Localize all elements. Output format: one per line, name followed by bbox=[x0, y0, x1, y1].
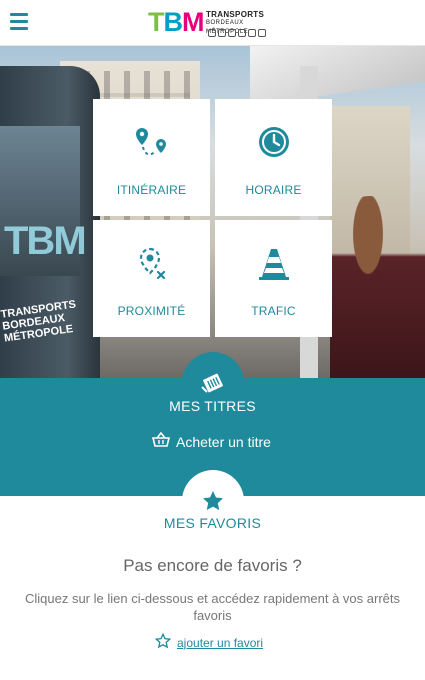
route-pin-icon bbox=[93, 125, 210, 161]
add-favorite-link[interactable]: ajouter un favori bbox=[154, 632, 264, 652]
quick-access-grid: ITINÉRAIRE HORAIRE PROXIMITÉ TRAFIC bbox=[93, 99, 333, 337]
clock-icon bbox=[215, 125, 332, 161]
favoris-section: MES FAVORIS Pas encore de favoris ? Cliq… bbox=[0, 470, 425, 680]
traffic-cone-icon bbox=[215, 246, 332, 282]
favoris-empty-title: Pas encore de favoris ? bbox=[123, 556, 302, 575]
tbm-logo[interactable]: TBM TRANSPORTS BORDEAUX MÉTROPOLE bbox=[148, 7, 283, 39]
tile-horaire[interactable]: HORAIRE bbox=[215, 99, 332, 216]
menu-icon[interactable] bbox=[10, 13, 28, 33]
tile-label: HORAIRE bbox=[245, 183, 302, 197]
star-outline-icon bbox=[154, 632, 172, 652]
titres-title: MES TITRES bbox=[169, 398, 256, 414]
buy-ticket-label: Acheter un titre bbox=[176, 433, 271, 450]
tile-label: TRAFIC bbox=[251, 304, 296, 318]
transport-modes-icons bbox=[208, 29, 266, 37]
tile-trafic[interactable]: TRAFIC bbox=[215, 220, 332, 337]
logo-mark: TBM bbox=[148, 7, 204, 37]
favoris-title: MES FAVORIS bbox=[163, 515, 262, 531]
tile-proximite[interactable]: PROXIMITÉ bbox=[93, 220, 210, 337]
tile-label: ITINÉRAIRE bbox=[116, 183, 187, 197]
nearby-pin-icon bbox=[93, 246, 210, 282]
add-favorite-label: ajouter un favori bbox=[177, 635, 264, 650]
app-header: TBM TRANSPORTS BORDEAUX MÉTROPOLE bbox=[0, 0, 425, 46]
tile-itineraire[interactable]: ITINÉRAIRE bbox=[93, 99, 210, 216]
favoris-empty-description: Cliquez sur le lien ci-dessous et accéde… bbox=[24, 591, 400, 623]
tile-label: PROXIMITÉ bbox=[117, 304, 186, 318]
tram-image: TBM TRANSPORTS BORDEAUX MÉTROPOLE bbox=[0, 66, 100, 378]
passengers-image bbox=[330, 196, 425, 378]
basket-icon bbox=[151, 431, 171, 451]
buy-ticket-button[interactable]: Acheter un titre bbox=[151, 431, 271, 451]
station-canopy bbox=[250, 46, 425, 107]
